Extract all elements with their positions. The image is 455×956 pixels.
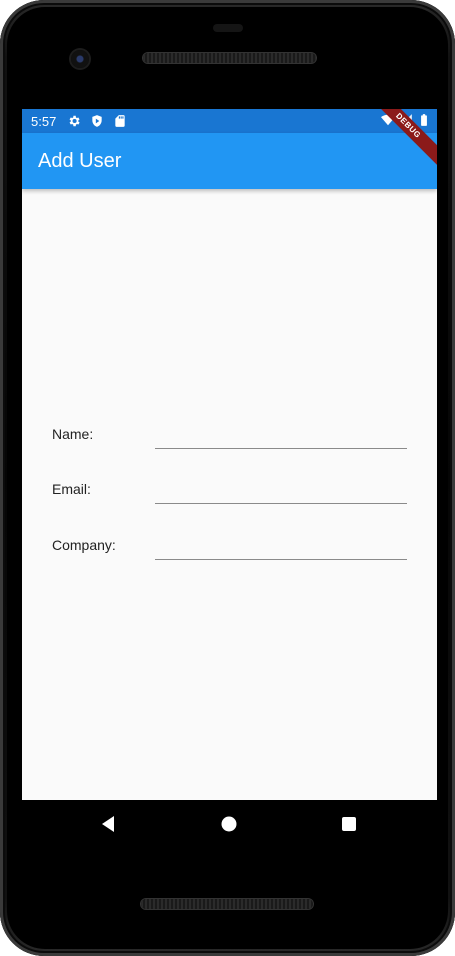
- email-label: Email:: [52, 481, 91, 497]
- company-row: Company:: [52, 525, 407, 565]
- name-field[interactable]: [155, 418, 407, 449]
- app-bar: Add User: [22, 133, 437, 189]
- battery-icon: [417, 113, 431, 127]
- proximity-sensor: [213, 24, 243, 32]
- home-icon[interactable]: [219, 814, 239, 834]
- name-label: Name:: [52, 426, 94, 442]
- front-camera: [71, 50, 89, 68]
- gear-icon: [67, 114, 81, 128]
- company-field[interactable]: [155, 529, 407, 560]
- sd-card-icon: [113, 114, 127, 128]
- status-notification-icons: [67, 114, 127, 128]
- company-label: Company:: [52, 537, 116, 553]
- name-row: Name:: [52, 414, 407, 454]
- earpiece-speaker: [143, 53, 316, 63]
- recents-icon[interactable]: [339, 814, 359, 834]
- email-field[interactable]: [155, 473, 407, 504]
- back-icon[interactable]: [98, 814, 118, 834]
- play-protect-icon: [90, 114, 104, 128]
- page-title: Add User: [38, 149, 122, 172]
- email-row: Email:: [52, 469, 407, 509]
- app-screen: 5:57 DEBUG Add User Name: Email: Company…: [22, 109, 437, 800]
- navigation-bar: [22, 800, 437, 848]
- status-time: 5:57: [31, 113, 57, 129]
- bottom-speaker: [141, 899, 313, 909]
- status-bar: 5:57: [22, 109, 437, 133]
